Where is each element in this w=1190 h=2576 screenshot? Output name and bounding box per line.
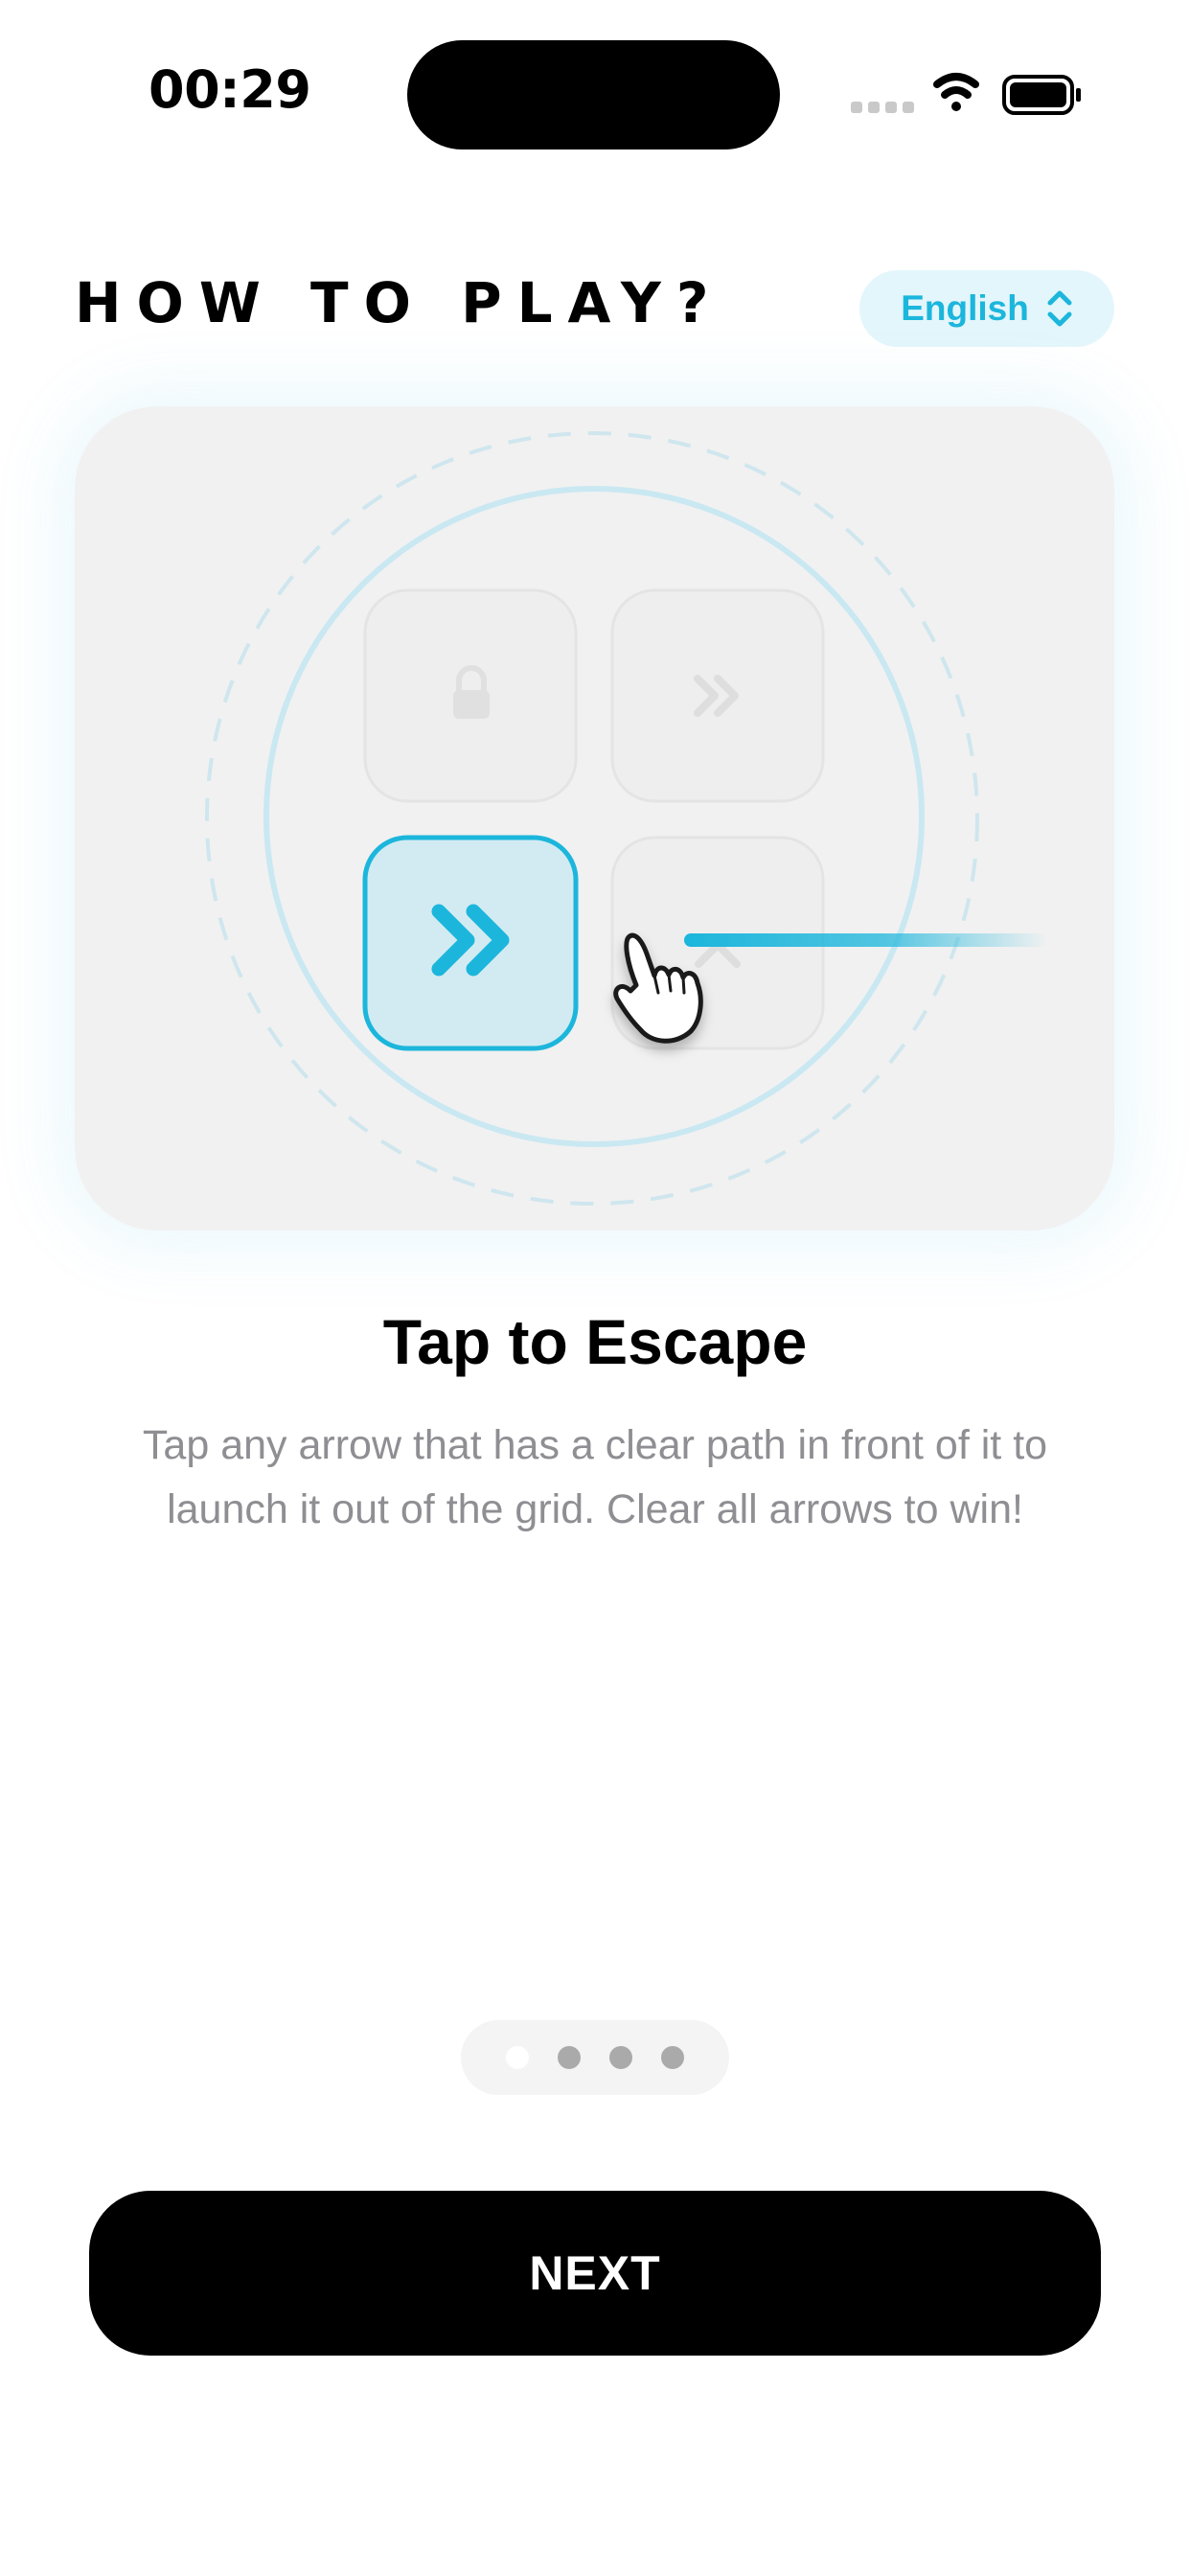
tile-arrow-right-active <box>362 835 579 1051</box>
next-button-label: NEXT <box>529 2246 661 2300</box>
launch-trail <box>684 933 1048 947</box>
page-title: HOW TO PLAY? <box>75 270 724 335</box>
chevron-up-down-icon <box>1047 290 1072 327</box>
step-title: Tap to Escape <box>382 1306 808 1377</box>
tile-arrow-right-faded <box>610 588 825 803</box>
tutorial-illustration <box>75 406 1114 1230</box>
page-dot-2[interactable] <box>558 2046 581 2069</box>
status-icons <box>848 69 1087 123</box>
page-dot-3[interactable] <box>609 2046 632 2069</box>
tile-lock <box>363 588 578 803</box>
wifi-icon <box>933 73 979 111</box>
outer-dashed-ring <box>205 431 979 1206</box>
page-dot-4[interactable] <box>661 2046 684 2069</box>
language-label: English <box>901 288 1029 328</box>
step-description: Tap any arrow that has a clear path in f… <box>142 1422 1048 1532</box>
battery-icon <box>1002 75 1081 115</box>
dynamic-island <box>407 40 780 150</box>
next-button[interactable]: NEXT <box>89 2191 1101 2356</box>
status-time: 00:29 <box>149 59 311 120</box>
how-to-play-screen: 00:29 HOW TO PLAY? English Tap to Escape… <box>0 0 1190 2576</box>
page-indicator[interactable] <box>461 2020 729 2095</box>
cellular-signal-icon <box>851 102 914 113</box>
language-selector[interactable]: English <box>859 270 1114 347</box>
inner-ring <box>263 486 925 1147</box>
page-dot-1[interactable] <box>506 2046 529 2069</box>
